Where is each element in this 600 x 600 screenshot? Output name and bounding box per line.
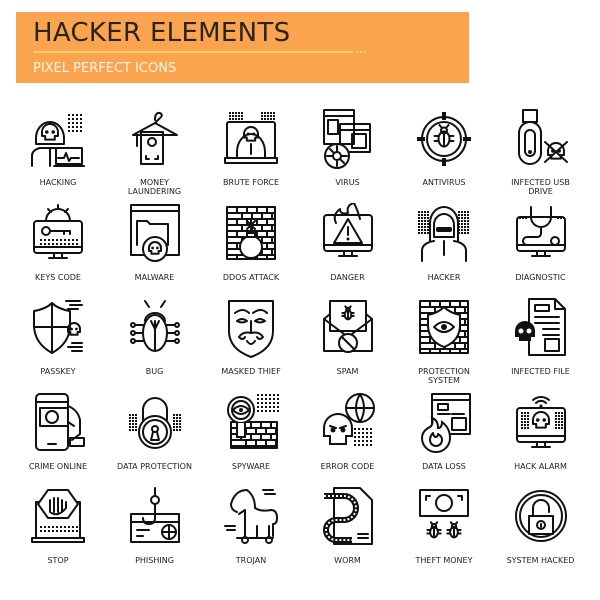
icon-label: INFECTED FILE (511, 367, 570, 376)
guy-fawkes-mask-icon (223, 297, 279, 359)
phone-money-hand-icon (30, 392, 86, 454)
folder-skull-window-icon (127, 203, 183, 265)
icon-tile: THEFT MONEY (396, 486, 490, 580)
icon-label: PROTECTION SYSTEM (418, 367, 470, 385)
icon-label: DDOS ATTACK (222, 272, 280, 282)
laptop-hand-stop-icon (30, 486, 86, 548)
trojan-horse-icon (223, 486, 279, 548)
icon-label: DANGER (330, 272, 365, 282)
icon-tile: SPYWARE (203, 392, 297, 486)
magnifier-eye-wall-icon (223, 393, 279, 454)
banner-divider-dots (356, 51, 366, 53)
icon-tile: DDOS ATTACK (203, 203, 297, 297)
icon-label: THEFT MONEY (415, 556, 473, 565)
header-banner: HACKER ELEMENTS PIXEL PERFECT ICONS (16, 12, 469, 83)
icon-label: MONEY LAUNDERING (127, 178, 182, 196)
icon-tile: TROJAN (203, 486, 297, 580)
hacker-skull-laptop-icon (30, 114, 86, 170)
window-fire-icon (416, 392, 472, 454)
icon-tile: HACKING (10, 108, 104, 202)
bomb-wall-icon (223, 203, 279, 265)
icon-tile: HACK ALARM (493, 392, 587, 486)
unlocked-padlock-circle-icon (513, 486, 569, 548)
icon-tile: VIRUS (300, 108, 394, 202)
usb-skull-icon (513, 108, 569, 170)
icon-label: TROJAN (235, 556, 267, 565)
hooded-hacker-icon (418, 203, 469, 265)
monitor-skull-wifi-icon (513, 392, 569, 454)
icon-tile: SYSTEM HACKED (493, 486, 587, 580)
icon-label: HACKING (39, 178, 77, 187)
virus-windows-icon (320, 108, 376, 170)
icon-label: SPAM (336, 367, 359, 376)
icon-label: VIRUS (335, 178, 360, 187)
warning-fire-monitor-icon (320, 203, 376, 265)
money-hanger-icon (127, 108, 183, 170)
worm-document-icon (320, 486, 376, 548)
icon-tile: INFECTED FILE (493, 297, 587, 391)
icon-tile: INFECTED USB DRIVE (493, 108, 587, 202)
icon-tile: MASKED THIEF (203, 297, 297, 391)
padlock-data-icon (128, 392, 181, 454)
icon-label: PHISHING (135, 556, 174, 565)
icon-tile: MONEY LAUNDERING (107, 108, 201, 202)
icon-tile: PASSKEY (10, 297, 104, 391)
icon-tile: DIAGNOSTIC (493, 203, 587, 297)
icon-label: DIAGNOSTIC (515, 272, 566, 282)
icon-label: HACKER (427, 272, 461, 282)
banner-title: HACKER ELEMENTS (33, 18, 291, 48)
icon-label: INFECTED USB DRIVE (511, 178, 570, 196)
icon-label: ANTIVIRUS (422, 178, 466, 187)
icon-label: ERROR CODE (320, 461, 375, 471)
icon-tile: BRUTE FORCE (203, 108, 297, 202)
envelope-bug-block-icon (320, 297, 376, 359)
firewall-eye-shield-icon (416, 297, 472, 359)
icon-label: WORM (334, 556, 361, 565)
icon-label: KEYS CODE (35, 272, 81, 282)
icon-tile: PHISHING (107, 486, 201, 580)
icon-label: SPYWARE (231, 461, 271, 471)
icon-tile: DANGER (300, 203, 394, 297)
icon-tile: ANTIVIRUS (396, 108, 490, 202)
banner-subtitle: PIXEL PERFECT ICONS (33, 61, 177, 76)
circuit-bug-icon (127, 297, 183, 359)
icon-tile: WORM (300, 486, 394, 580)
icon-tile: DATA LOSS (396, 392, 490, 486)
icon-tile: BUG (107, 297, 201, 391)
icon-label: DATA LOSS (422, 461, 466, 471)
icon-tile: DATA PROTECTION (107, 392, 201, 486)
icon-label: MASKED THIEF (221, 367, 281, 376)
skull-globe-code-icon (320, 392, 376, 446)
icon-tile: KEYS CODE (10, 203, 104, 297)
icon-tile: SPAM (300, 297, 394, 391)
icon-tile: PROTECTION SYSTEM (396, 297, 490, 391)
icon-tile: MALWARE (107, 203, 201, 297)
icon-tile: CRIME ONLINE (10, 392, 104, 486)
hacker-monitor-icon (223, 112, 279, 170)
icon-label: DATA PROTECTION (117, 461, 192, 471)
icon-tile: STOP (10, 486, 104, 580)
icon-label: CRIME ONLINE (28, 461, 88, 471)
icon-label: HACK ALARM (514, 461, 567, 471)
icon-label: SYSTEM HACKED (506, 556, 575, 565)
bug-crosshair-icon (417, 112, 471, 166)
document-skull-icon (514, 297, 569, 359)
banner-divider (33, 51, 353, 53)
icon-label: BUG (145, 367, 164, 376)
icon-label: BRUTE FORCE (222, 178, 280, 187)
icon-label: PASSKEY (40, 367, 76, 376)
shield-skull-key-icon (30, 297, 86, 359)
card-fishhook-icon (127, 486, 183, 548)
key-monitor-gear-icon (30, 203, 86, 265)
icon-tile: HACKER (396, 203, 490, 297)
icon-tile: ERROR CODE (300, 392, 394, 486)
stethoscope-monitor-icon (513, 203, 569, 265)
banknote-bugs-icon (416, 486, 472, 548)
icon-label: MALWARE (134, 272, 175, 282)
icon-label: STOP (47, 556, 69, 565)
